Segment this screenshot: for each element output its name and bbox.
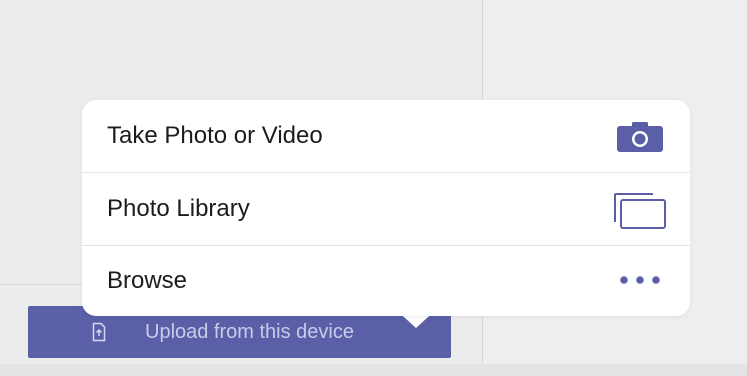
background-divider-line xyxy=(0,284,84,285)
attachment-popover-menu: Take Photo or Video Photo Library Browse xyxy=(82,100,690,316)
more-icon xyxy=(620,276,660,284)
menu-item-label: Take Photo or Video xyxy=(107,122,323,149)
menu-item-label: Photo Library xyxy=(107,195,250,222)
background-bottom-strip xyxy=(0,364,747,376)
menu-item-take-photo-or-video[interactable]: Take Photo or Video xyxy=(82,100,690,172)
photo-library-icon xyxy=(614,193,666,229)
file-upload-icon xyxy=(92,322,106,342)
menu-item-photo-library[interactable]: Photo Library xyxy=(82,173,690,245)
menu-item-browse[interactable]: Browse xyxy=(82,246,690,316)
menu-item-label: Browse xyxy=(107,267,188,294)
camera-icon xyxy=(617,122,663,152)
